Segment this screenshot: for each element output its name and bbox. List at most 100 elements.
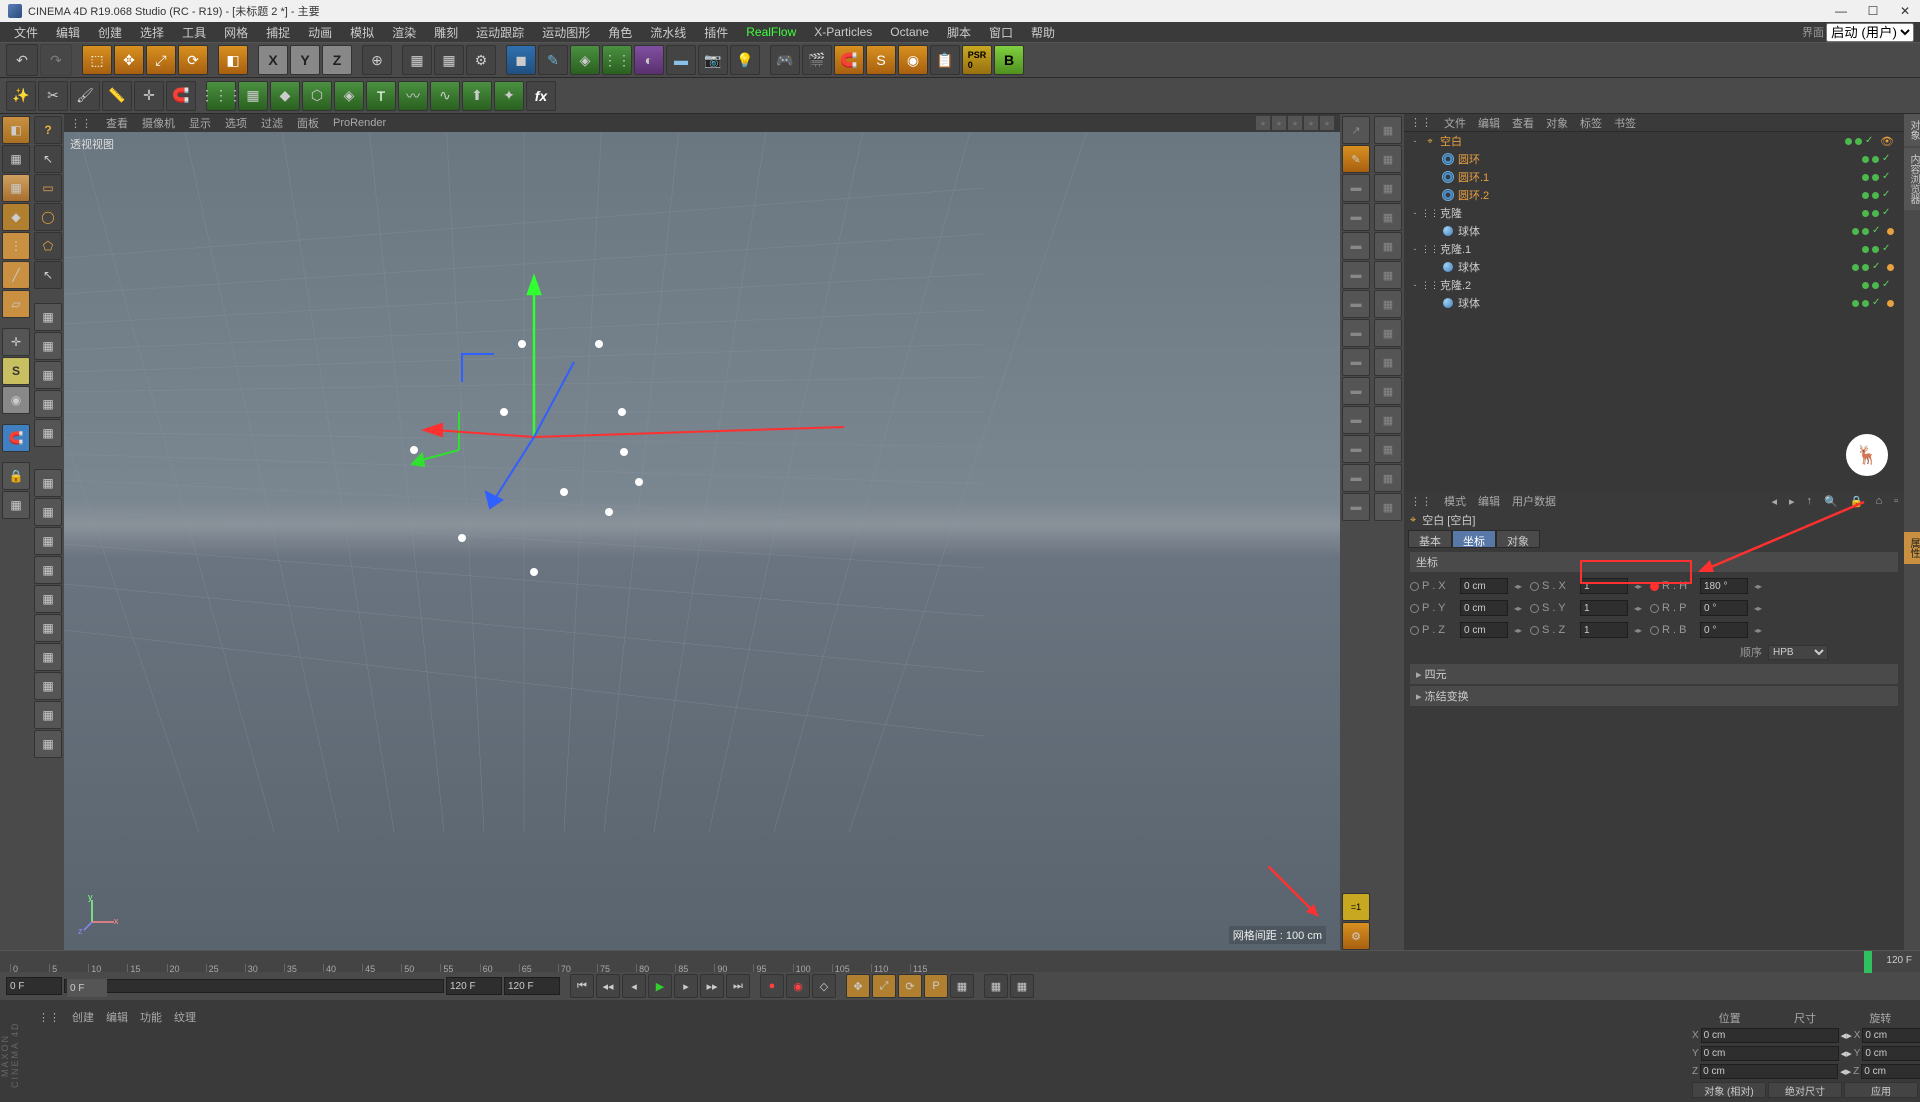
bend-deformer[interactable]: ◐ xyxy=(634,45,664,75)
tree-row[interactable]: -⋮⋮克隆.1✓ xyxy=(1404,240,1904,258)
nav-up-icon[interactable]: ↑ xyxy=(1807,495,1813,507)
om-view[interactable]: 查看 xyxy=(1512,115,1534,131)
snap-toggle[interactable]: 🧲 xyxy=(2,424,30,452)
magnet2-tool[interactable]: 🧲 xyxy=(166,81,196,111)
playhead[interactable] xyxy=(1864,951,1872,973)
am-edit[interactable]: 编辑 xyxy=(1478,493,1500,509)
grid-a[interactable]: ▦ xyxy=(34,303,62,331)
icon-grip[interactable]: ⋮⋮ xyxy=(70,117,92,130)
mm-create[interactable]: 创建 xyxy=(72,1009,94,1025)
side-b11[interactable]: ▦ xyxy=(1374,406,1402,434)
collapse-freeze[interactable]: 冻结变换 xyxy=(1410,686,1898,706)
cp-apply-button[interactable]: 应用 xyxy=(1844,1082,1918,1098)
menu-xparticles[interactable]: X-Particles xyxy=(806,23,880,41)
om-object[interactable]: 对象 xyxy=(1546,115,1568,131)
object-tree[interactable]: -⌖空白✓👁圆环✓圆环.1✓圆环.2✓-⋮⋮克隆✓球体✓-⋮⋮克隆.1✓球体✓-… xyxy=(1404,132,1904,492)
vm-display[interactable]: 显示 xyxy=(189,115,211,131)
sz-input[interactable] xyxy=(1580,622,1628,638)
close-button[interactable]: ✕ xyxy=(1898,4,1912,18)
mograph-voronoi[interactable]: ⬡ xyxy=(302,81,332,111)
grid-n[interactable]: ▦ xyxy=(34,701,62,729)
menu-edit[interactable]: 编辑 xyxy=(48,22,88,43)
mograph-polyfx[interactable]: ✦ xyxy=(494,81,524,111)
om-file[interactable]: 文件 xyxy=(1444,115,1466,131)
cp-size-select[interactable]: 绝对尺寸 xyxy=(1768,1082,1842,1098)
prev-key[interactable]: ◂◂ xyxy=(596,974,620,998)
rh-input[interactable] xyxy=(1700,578,1748,594)
am-userdata[interactable]: 用户数据 xyxy=(1512,493,1556,509)
key-pla[interactable]: ▦ xyxy=(950,974,974,998)
paint-tool[interactable]: ◉ xyxy=(898,45,928,75)
play-fwd[interactable]: ▶ xyxy=(648,974,672,998)
pen-tool[interactable]: ✎ xyxy=(538,45,568,75)
nav-back-icon[interactable]: ◂ xyxy=(1771,495,1777,508)
menu-help[interactable]: 帮助 xyxy=(1023,22,1063,43)
tab-basic[interactable]: 基本 xyxy=(1408,530,1452,548)
next-frame[interactable]: ▸ xyxy=(674,974,698,998)
newwin-icon[interactable]: ▫ xyxy=(1894,495,1898,507)
cur-frame[interactable] xyxy=(67,979,107,997)
mograph-tracer[interactable]: 〰 xyxy=(398,81,428,111)
measure-tool[interactable]: 📏 xyxy=(102,81,132,111)
x-axis-lock[interactable]: X xyxy=(258,45,288,75)
sculpt-tool[interactable]: S xyxy=(866,45,896,75)
menu-mograph[interactable]: 运动图形 xyxy=(534,22,598,43)
menu-file[interactable]: 文件 xyxy=(6,22,46,43)
side-b13[interactable]: ▦ xyxy=(1374,464,1402,492)
scale-tool[interactable]: ⤢ xyxy=(146,45,176,75)
om-bookmarks[interactable]: 书签 xyxy=(1614,115,1636,131)
icon-grip[interactable]: ⋮⋮ xyxy=(38,1011,60,1024)
menu-octane[interactable]: Octane xyxy=(882,23,937,41)
side-a4[interactable]: ▬ xyxy=(1342,203,1370,231)
axis-modify[interactable]: ✛ xyxy=(2,328,30,356)
grid-g[interactable]: ▦ xyxy=(34,498,62,526)
poly-select-icon[interactable]: ⬠ xyxy=(34,232,62,260)
grid-h[interactable]: ▦ xyxy=(34,527,62,555)
side-b2[interactable]: ▦ xyxy=(1374,145,1402,173)
select-tool[interactable]: ⬚ xyxy=(82,45,112,75)
grid-d[interactable]: ▦ xyxy=(34,390,62,418)
menu-tools[interactable]: 工具 xyxy=(174,22,214,43)
knife-tool[interactable]: ✂ xyxy=(38,81,68,111)
lock-button[interactable]: 🔒 xyxy=(2,462,30,490)
vm-view[interactable]: 查看 xyxy=(106,115,128,131)
side-a5[interactable]: ▬ xyxy=(1342,232,1370,260)
side-b9[interactable]: ▦ xyxy=(1374,348,1402,376)
side-a10[interactable]: ▬ xyxy=(1342,377,1370,405)
side-a13[interactable]: ▬ xyxy=(1342,464,1370,492)
cursor-icon[interactable]: ↖ xyxy=(34,145,62,173)
psr-reset[interactable]: PSR0 xyxy=(962,45,992,75)
grid-m[interactable]: ▦ xyxy=(34,672,62,700)
fx-tool[interactable]: fx xyxy=(526,81,556,111)
tree-row[interactable]: -⌖空白✓👁 xyxy=(1404,132,1904,150)
side-b14[interactable]: ▦ xyxy=(1374,493,1402,521)
tree-row[interactable]: -⋮⋮克隆✓ xyxy=(1404,204,1904,222)
viewport-solo2[interactable]: ◉ xyxy=(2,386,30,414)
menu-pipeline[interactable]: 流水线 xyxy=(642,22,694,43)
menu-sculpt[interactable]: 雕刻 xyxy=(426,22,466,43)
range-end1[interactable] xyxy=(446,977,502,995)
magnet-tool[interactable]: 🧲 xyxy=(834,45,864,75)
goto-end[interactable]: ⏭ xyxy=(726,974,750,998)
side-b8[interactable]: ▦ xyxy=(1374,319,1402,347)
grid-k[interactable]: ▦ xyxy=(34,614,62,642)
vp-icon1[interactable]: ▫ xyxy=(1256,116,1270,130)
mograph-text[interactable]: T xyxy=(366,81,396,111)
am-mode[interactable]: 模式 xyxy=(1444,493,1466,509)
tree-row[interactable]: 球体✓ xyxy=(1404,294,1904,312)
viewport-solo[interactable]: S xyxy=(2,357,30,385)
rotate-tool[interactable]: ⟳ xyxy=(178,45,208,75)
minimize-button[interactable]: — xyxy=(1834,4,1848,18)
side-a8[interactable]: ▬ xyxy=(1342,319,1370,347)
collapse-quaternion[interactable]: 四元 xyxy=(1410,664,1898,684)
rb-input[interactable] xyxy=(1700,622,1748,638)
order-select[interactable]: HPB xyxy=(1768,645,1828,660)
tree-row[interactable]: 球体✓ xyxy=(1404,222,1904,240)
mograph-instance[interactable]: ◈ xyxy=(334,81,364,111)
side-b12[interactable]: ▦ xyxy=(1374,435,1402,463)
vm-panel[interactable]: 面板 xyxy=(297,115,319,131)
menu-window[interactable]: 窗口 xyxy=(981,22,1021,43)
keyframe-sel[interactable]: ◇ xyxy=(812,974,836,998)
grid-b[interactable]: ▦ xyxy=(34,332,62,360)
grid-i[interactable]: ▦ xyxy=(34,556,62,584)
